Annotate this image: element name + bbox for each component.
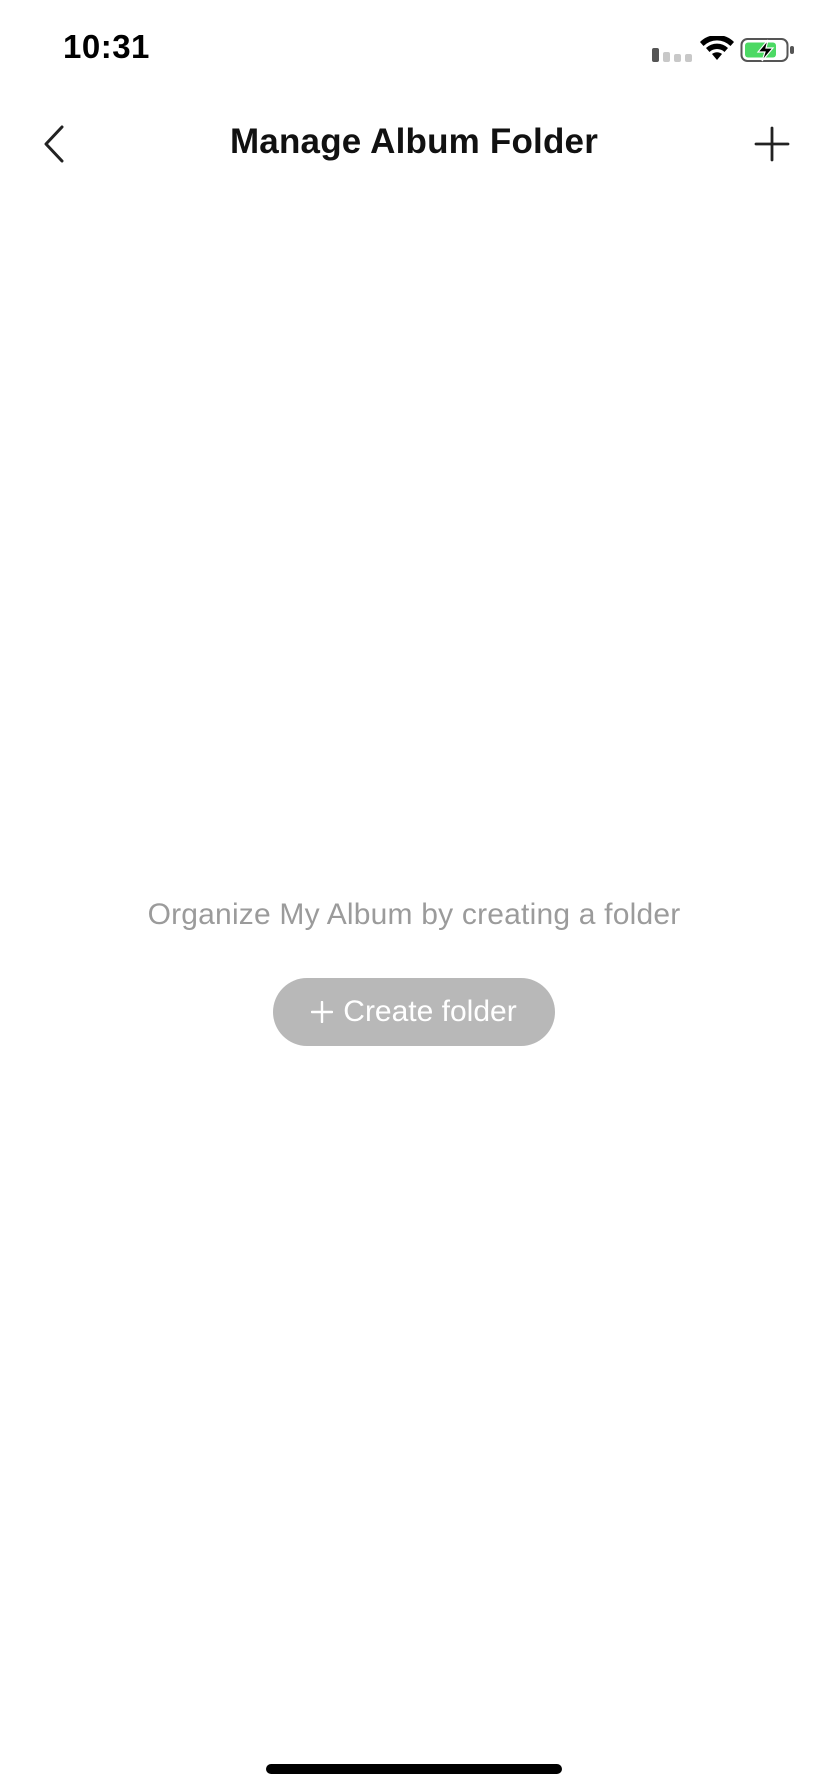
empty-state-message: Organize My Album by creating a folder [147, 898, 681, 931]
add-folder-button[interactable] [742, 114, 802, 174]
plus-icon [311, 1001, 334, 1023]
wifi-icon [700, 36, 734, 60]
status-time: 10:31 [63, 28, 150, 65]
signal-icon [652, 48, 692, 62]
create-folder-label: Create folder [343, 995, 517, 1028]
status-bar: 10:31 [0, 0, 828, 100]
page-title: Manage Album Folder [229, 122, 599, 161]
plus-icon [754, 126, 790, 162]
home-indicator[interactable] [266, 1764, 562, 1774]
nav-bar: Manage Album Folder [0, 100, 828, 188]
battery-charging-icon [740, 38, 794, 62]
create-folder-button[interactable]: Create folder [273, 978, 555, 1046]
